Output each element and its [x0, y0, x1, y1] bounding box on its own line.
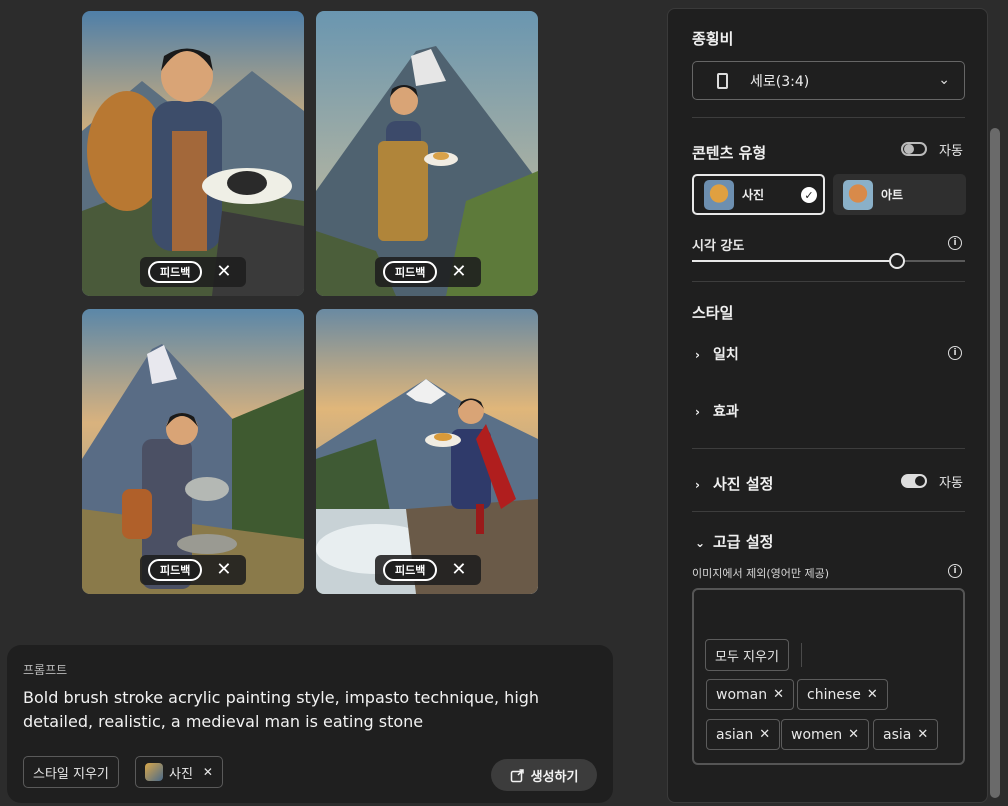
exclude-tag[interactable]: woman ✕: [706, 679, 795, 710]
photo-thumbnail-icon: [704, 179, 734, 210]
checkmark-icon: ✓: [801, 187, 817, 203]
tag-label: asia: [883, 726, 912, 743]
generate-button[interactable]: 생성하기: [491, 759, 597, 791]
divider: [692, 511, 965, 512]
tag-label: woman: [716, 686, 768, 703]
advanced-settings-accordion[interactable]: ⌄ 고급 설정: [695, 531, 773, 552]
tag-label: women: [791, 726, 843, 743]
remove-icon[interactable]: ✕: [917, 727, 928, 742]
remove-icon[interactable]: ✕: [203, 765, 213, 779]
generated-image-art: [316, 11, 538, 296]
feedback-button[interactable]: 피드백: [383, 261, 438, 283]
clear-all-button[interactable]: 모두 지우기: [705, 639, 789, 671]
feedback-bar: 피드백 ✕: [140, 257, 246, 287]
photo-thumbnail-icon: [145, 763, 163, 781]
aspect-ratio-select[interactable]: 세로(3:4) ⌄: [692, 61, 965, 100]
content-type-photo[interactable]: 사진 ✓: [692, 174, 825, 215]
photo-settings-accordion[interactable]: › 사진 설정: [695, 473, 773, 494]
style-title: 스타일: [692, 304, 734, 322]
remove-icon[interactable]: ✕: [848, 727, 859, 742]
generate-label: 생성하기: [530, 769, 579, 785]
tag-label: chinese: [807, 686, 861, 703]
prompt-text-input[interactable]: Bold brush stroke acrylic painting style…: [23, 686, 583, 734]
generated-image-3[interactable]: 피드백 ✕: [82, 309, 304, 594]
dismiss-icon[interactable]: ✕: [216, 263, 231, 281]
remove-icon[interactable]: ✕: [773, 687, 784, 702]
exclude-tag[interactable]: women ✕: [781, 719, 870, 750]
scrollbar-thumb[interactable]: [990, 128, 1000, 798]
generated-image-art: [316, 309, 538, 594]
chevron-down-icon: ⌄: [938, 72, 950, 88]
effects-accordion[interactable]: › 효과: [695, 401, 739, 421]
style-chip-photo[interactable]: 사진 ✕: [135, 756, 223, 788]
generated-image-1[interactable]: 피드백 ✕: [82, 11, 304, 296]
chevron-down-icon: ⌄: [695, 536, 706, 550]
generated-image-art: [82, 11, 304, 296]
content-type-title: 콘텐츠 유형: [692, 144, 767, 162]
slider-fill: [692, 260, 897, 262]
remove-icon[interactable]: ✕: [759, 727, 770, 742]
toggle-knob: [915, 476, 925, 486]
clear-style-label: 스타일 지우기: [33, 766, 109, 782]
feedback-bar: 피드백 ✕: [375, 257, 481, 287]
toggle-knob: [904, 144, 914, 154]
prompt-label: 프롬프트: [23, 663, 68, 677]
content-type-photo-label: 사진: [742, 188, 765, 202]
feedback-button[interactable]: 피드백: [148, 261, 203, 283]
chevron-right-icon: ›: [695, 478, 700, 492]
content-type-art-label: 아트: [881, 188, 904, 202]
visual-intensity-label: 시각 강도: [692, 239, 745, 254]
generated-image-art: [82, 309, 304, 594]
remove-icon[interactable]: ✕: [867, 687, 878, 702]
info-icon[interactable]: i: [948, 564, 962, 578]
effects-label: 효과: [713, 404, 739, 420]
chevron-right-icon: ›: [695, 405, 700, 419]
divider: [692, 117, 965, 118]
content-type-auto-toggle[interactable]: [901, 142, 927, 156]
art-thumbnail-icon: [843, 179, 873, 210]
exclude-label: 이미지에서 제외(영어만 제공): [692, 567, 830, 580]
prompt-panel: 프롬프트 Bold brush stroke acrylic painting …: [7, 645, 613, 803]
generate-icon: [510, 768, 524, 782]
exclude-tag[interactable]: asia ✕: [873, 719, 939, 750]
photo-settings-label: 사진 설정: [713, 475, 774, 493]
separator: [801, 643, 802, 667]
content-type-auto-label: 자동: [939, 144, 963, 159]
aspect-ratio-value: 세로(3:4): [750, 73, 810, 90]
tag-label: asian: [716, 726, 754, 743]
advanced-settings-label: 고급 설정: [713, 533, 774, 551]
exclude-tag[interactable]: chinese ✕: [797, 679, 888, 710]
generated-image-4[interactable]: 피드백 ✕: [316, 309, 538, 594]
chevron-right-icon: ›: [695, 348, 700, 362]
content-type-art[interactable]: 아트: [833, 174, 966, 215]
match-label: 일치: [713, 347, 739, 363]
info-icon[interactable]: i: [948, 346, 962, 360]
divider: [692, 281, 965, 282]
visual-intensity-slider[interactable]: [692, 260, 965, 262]
dismiss-icon[interactable]: ✕: [216, 561, 231, 579]
clear-all-label: 모두 지우기: [715, 649, 779, 665]
photo-settings-auto-label: 자동: [939, 476, 963, 491]
clear-style-button[interactable]: 스타일 지우기: [23, 756, 119, 788]
generated-image-2[interactable]: 피드백 ✕: [316, 11, 538, 296]
divider: [692, 448, 965, 449]
photo-settings-auto-toggle[interactable]: [901, 474, 927, 488]
dismiss-icon[interactable]: ✕: [451, 561, 466, 579]
feedback-button[interactable]: 피드백: [148, 559, 203, 581]
info-icon[interactable]: i: [948, 236, 962, 250]
dismiss-icon[interactable]: ✕: [451, 263, 466, 281]
slider-handle[interactable]: [889, 253, 905, 269]
feedback-bar: 피드백 ✕: [375, 555, 481, 585]
feedback-bar: 피드백 ✕: [140, 555, 246, 585]
aspect-ratio-title: 종횡비: [692, 30, 734, 48]
exclude-tag[interactable]: asian ✕: [706, 719, 781, 750]
match-accordion[interactable]: › 일치: [695, 344, 739, 364]
portrait-icon: [717, 72, 728, 89]
style-chip-label: 사진: [169, 766, 193, 782]
feedback-button[interactable]: 피드백: [383, 559, 438, 581]
